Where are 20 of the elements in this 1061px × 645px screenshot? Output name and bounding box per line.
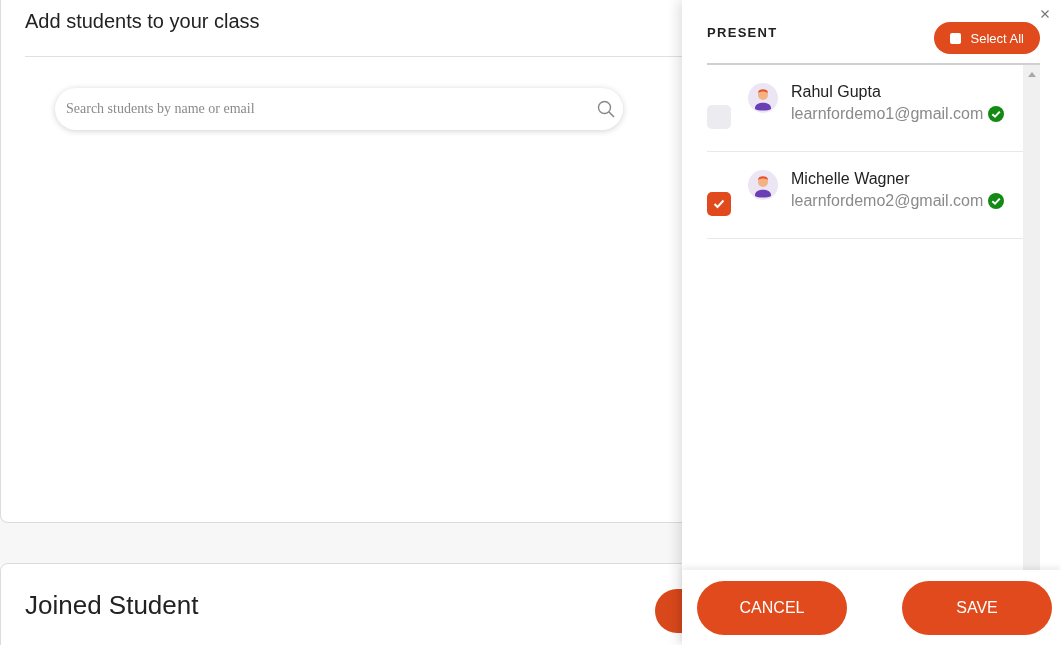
select-all-button[interactable]: Select All bbox=[933, 22, 1040, 54]
search-icon bbox=[597, 100, 615, 118]
student-email: learnfordemo2@gmail.com bbox=[791, 192, 984, 210]
checkbox[interactable] bbox=[949, 32, 961, 44]
scrollbar[interactable] bbox=[1023, 65, 1040, 570]
student-name: Michelle Wagner bbox=[791, 170, 911, 189]
panel-heading: PRESENT bbox=[707, 25, 778, 40]
student-name: Rahul Gupta bbox=[791, 83, 882, 102]
scroll-up-icon[interactable] bbox=[1027, 72, 1036, 77]
avatar-icon bbox=[748, 170, 778, 200]
card-title: Joined Student bbox=[25, 589, 199, 621]
check-icon bbox=[713, 199, 725, 209]
action-button[interactable]: CANCEL bbox=[697, 580, 847, 635]
partial-button[interactable] bbox=[655, 589, 683, 633]
checkbox[interactable] bbox=[707, 192, 731, 216]
search-field[interactable]: Search students by name or email bbox=[55, 88, 623, 130]
close-icon[interactable] bbox=[1041, 10, 1049, 18]
action-button[interactable]: SAVE bbox=[902, 580, 1052, 635]
student-email: learnfordemo1@gmail.com bbox=[791, 105, 984, 123]
avatar-icon bbox=[748, 83, 778, 113]
